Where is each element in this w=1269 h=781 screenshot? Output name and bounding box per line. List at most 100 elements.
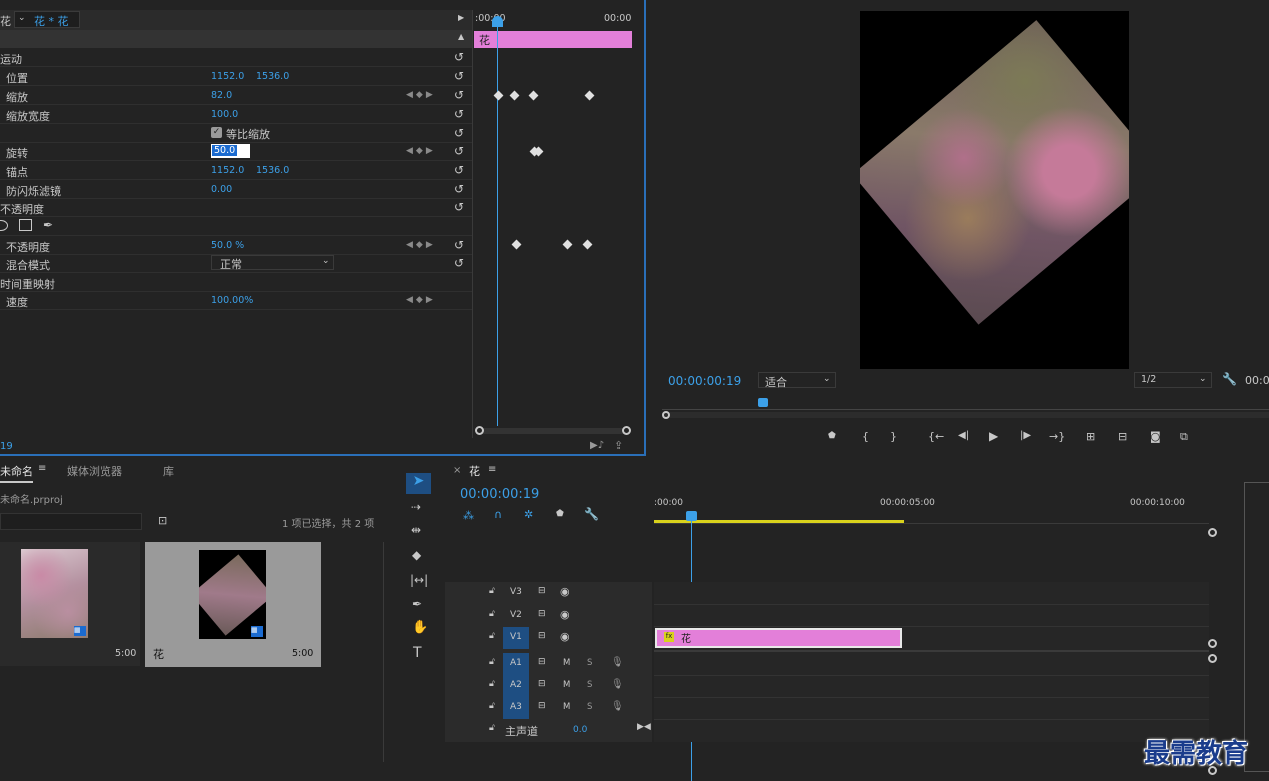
lock-icon[interactable]: 🔓︎ <box>489 586 495 596</box>
slip-tool-icon[interactable]: |↔| <box>410 573 428 587</box>
reset-icon[interactable]: ↺ <box>454 88 464 102</box>
track-select-tool-icon[interactable]: ⇢ <box>411 500 421 514</box>
scroll-handle[interactable] <box>662 411 670 419</box>
menu-icon[interactable]: ≡ <box>38 463 46 474</box>
keyframe[interactable] <box>493 90 504 101</box>
wrench-icon[interactable]: 🔧 <box>584 507 599 521</box>
program-timecode[interactable]: 00:00:00:19 <box>668 374 741 388</box>
solo-button[interactable]: S <box>587 680 592 690</box>
ripple-edit-tool-icon[interactable]: ⇹ <box>411 523 421 537</box>
mute-button[interactable]: M <box>563 702 570 712</box>
play-audio-icon[interactable]: ▶♪ <box>590 440 604 451</box>
video-frame[interactable] <box>860 11 1129 369</box>
lock-icon[interactable]: 🔓︎ <box>489 701 495 711</box>
keyframe[interactable] <box>509 90 520 101</box>
type-tool-icon[interactable]: T <box>413 645 422 661</box>
track-label[interactable]: V2 <box>510 610 522 620</box>
section-motion[interactable]: 运动 ↺ <box>0 48 472 67</box>
go-to-in-icon[interactable]: {← <box>928 430 944 443</box>
section-time-remap[interactable]: 时间重映射 <box>0 273 472 292</box>
antiflicker-value[interactable]: 0.00 <box>211 184 232 195</box>
go-to-out-icon[interactable]: →} <box>1049 430 1065 443</box>
track-label[interactable]: V3 <box>510 587 522 597</box>
timeline-timecode[interactable]: 00:00:00:19 <box>460 487 539 502</box>
eye-icon[interactable]: ◉ <box>560 630 570 643</box>
reset-icon[interactable]: ↺ <box>454 50 464 64</box>
keyframe-nav-icon[interactable]: ◀◆▶ <box>406 90 436 100</box>
lock-icon[interactable]: 🔓︎ <box>489 657 495 667</box>
scroll-handle[interactable] <box>1208 654 1217 663</box>
keyframe-nav-icon[interactable]: ◀◆▶ <box>406 240 436 250</box>
program-scrollbar[interactable] <box>662 411 1269 419</box>
selection-tool-icon[interactable]: ➤ <box>406 473 431 494</box>
linked-selection-icon[interactable]: ✲ <box>524 508 533 521</box>
extract-icon[interactable]: ⊟ <box>1118 430 1127 443</box>
reset-icon[interactable]: ↺ <box>454 200 464 214</box>
lock-icon[interactable]: 🔓︎ <box>489 609 495 619</box>
marker-icon[interactable]: ⬟ <box>828 431 836 441</box>
sync-lock-icon[interactable]: ⊟ <box>538 609 546 619</box>
compare-icon[interactable]: ⧉ <box>1180 430 1188 444</box>
scroll-handle[interactable] <box>1208 528 1217 537</box>
solo-button[interactable]: S <box>587 702 592 712</box>
reset-icon[interactable]: ↺ <box>454 238 464 252</box>
rectangle-mask-icon[interactable] <box>19 219 32 231</box>
position-y[interactable]: 1536.0 <box>256 71 289 82</box>
nest-icon[interactable]: ⁂ <box>463 509 474 522</box>
mic-icon[interactable]: 🎙︎ <box>611 657 624 668</box>
mute-button[interactable]: M <box>563 680 570 690</box>
reset-icon[interactable]: ↺ <box>454 163 464 177</box>
project-item[interactable]: ▦ 5:00 <box>0 542 140 666</box>
master-value[interactable]: 0.0 <box>573 725 587 735</box>
sync-lock-icon[interactable]: ⊟ <box>538 701 546 711</box>
new-bin-icon[interactable]: ⊡ <box>158 514 167 527</box>
scrollbar[interactable] <box>383 542 384 762</box>
rotation-input[interactable]: 50.0 <box>211 144 250 158</box>
close-icon[interactable]: × <box>453 465 461 476</box>
keyframe-nav-icon[interactable]: ◀◆▶ <box>406 295 436 305</box>
reset-icon[interactable]: ↺ <box>454 107 464 121</box>
blend-select[interactable]: 正常 ⌄ <box>211 255 334 271</box>
fit-select[interactable]: 适合 ⌄ <box>758 372 836 389</box>
keyframe-nav-icon[interactable]: ◀◆▶ <box>406 146 436 156</box>
keyframe[interactable] <box>562 239 573 250</box>
anchor-x[interactable]: 1152.0 <box>211 165 244 176</box>
razor-tool-icon[interactable]: ◆ <box>412 548 421 562</box>
mute-button[interactable]: M <box>563 658 570 668</box>
section-opacity[interactable]: 不透明度 ↺ <box>0 198 472 217</box>
mark-out-icon[interactable]: } <box>890 430 897 443</box>
keyframe-scrollbar[interactable] <box>475 426 631 435</box>
sync-lock-icon[interactable]: ⊟ <box>538 657 546 667</box>
track-label[interactable]: A3 <box>510 702 522 712</box>
position-x[interactable]: 1152.0 <box>211 71 244 82</box>
reset-icon[interactable]: ↺ <box>454 182 464 196</box>
resolution-select[interactable]: 1/2 ⌄ <box>1134 372 1212 388</box>
add-marker-icon[interactable]: ⬟ <box>556 509 564 519</box>
project-item-selected[interactable]: ▦ 花 5:00 <box>145 542 321 667</box>
keyframe[interactable] <box>528 90 539 101</box>
mic-icon[interactable]: 🎙︎ <box>611 701 624 712</box>
clip-dropdown[interactable]: ⌄ 花 * 花 <box>14 11 80 28</box>
tab-library[interactable]: 库 <box>163 463 174 479</box>
scroll-handle-right[interactable] <box>622 426 631 435</box>
lift-icon[interactable]: ⊞ <box>1086 430 1095 443</box>
playhead-handle[interactable] <box>492 16 503 27</box>
step-back-icon[interactable]: ◀| <box>958 430 969 441</box>
sync-lock-icon[interactable]: ⊟ <box>538 631 546 641</box>
ellipse-mask-icon[interactable] <box>0 220 8 231</box>
tab-media-browser[interactable]: 媒体浏览器 <box>67 463 122 479</box>
wrench-icon[interactable]: 🔧 <box>1222 372 1237 386</box>
track-label[interactable]: A2 <box>510 680 522 690</box>
sync-lock-icon[interactable]: ⊟ <box>538 679 546 689</box>
snap-icon[interactable]: ∩ <box>494 508 502 521</box>
step-forward-icon[interactable]: |▶ <box>1020 430 1031 441</box>
search-input[interactable] <box>0 513 142 530</box>
scroll-handle-left[interactable] <box>475 426 484 435</box>
tab-sequence[interactable]: 花 <box>469 463 480 479</box>
timeline-playhead[interactable] <box>686 511 697 521</box>
solo-button[interactable]: S <box>587 658 592 668</box>
speed-value[interactable]: 100.00% <box>211 295 253 306</box>
anchor-y[interactable]: 1536.0 <box>256 165 289 176</box>
collapse-icon[interactable]: ▲ <box>458 32 464 41</box>
track-label[interactable]: A1 <box>510 658 522 668</box>
